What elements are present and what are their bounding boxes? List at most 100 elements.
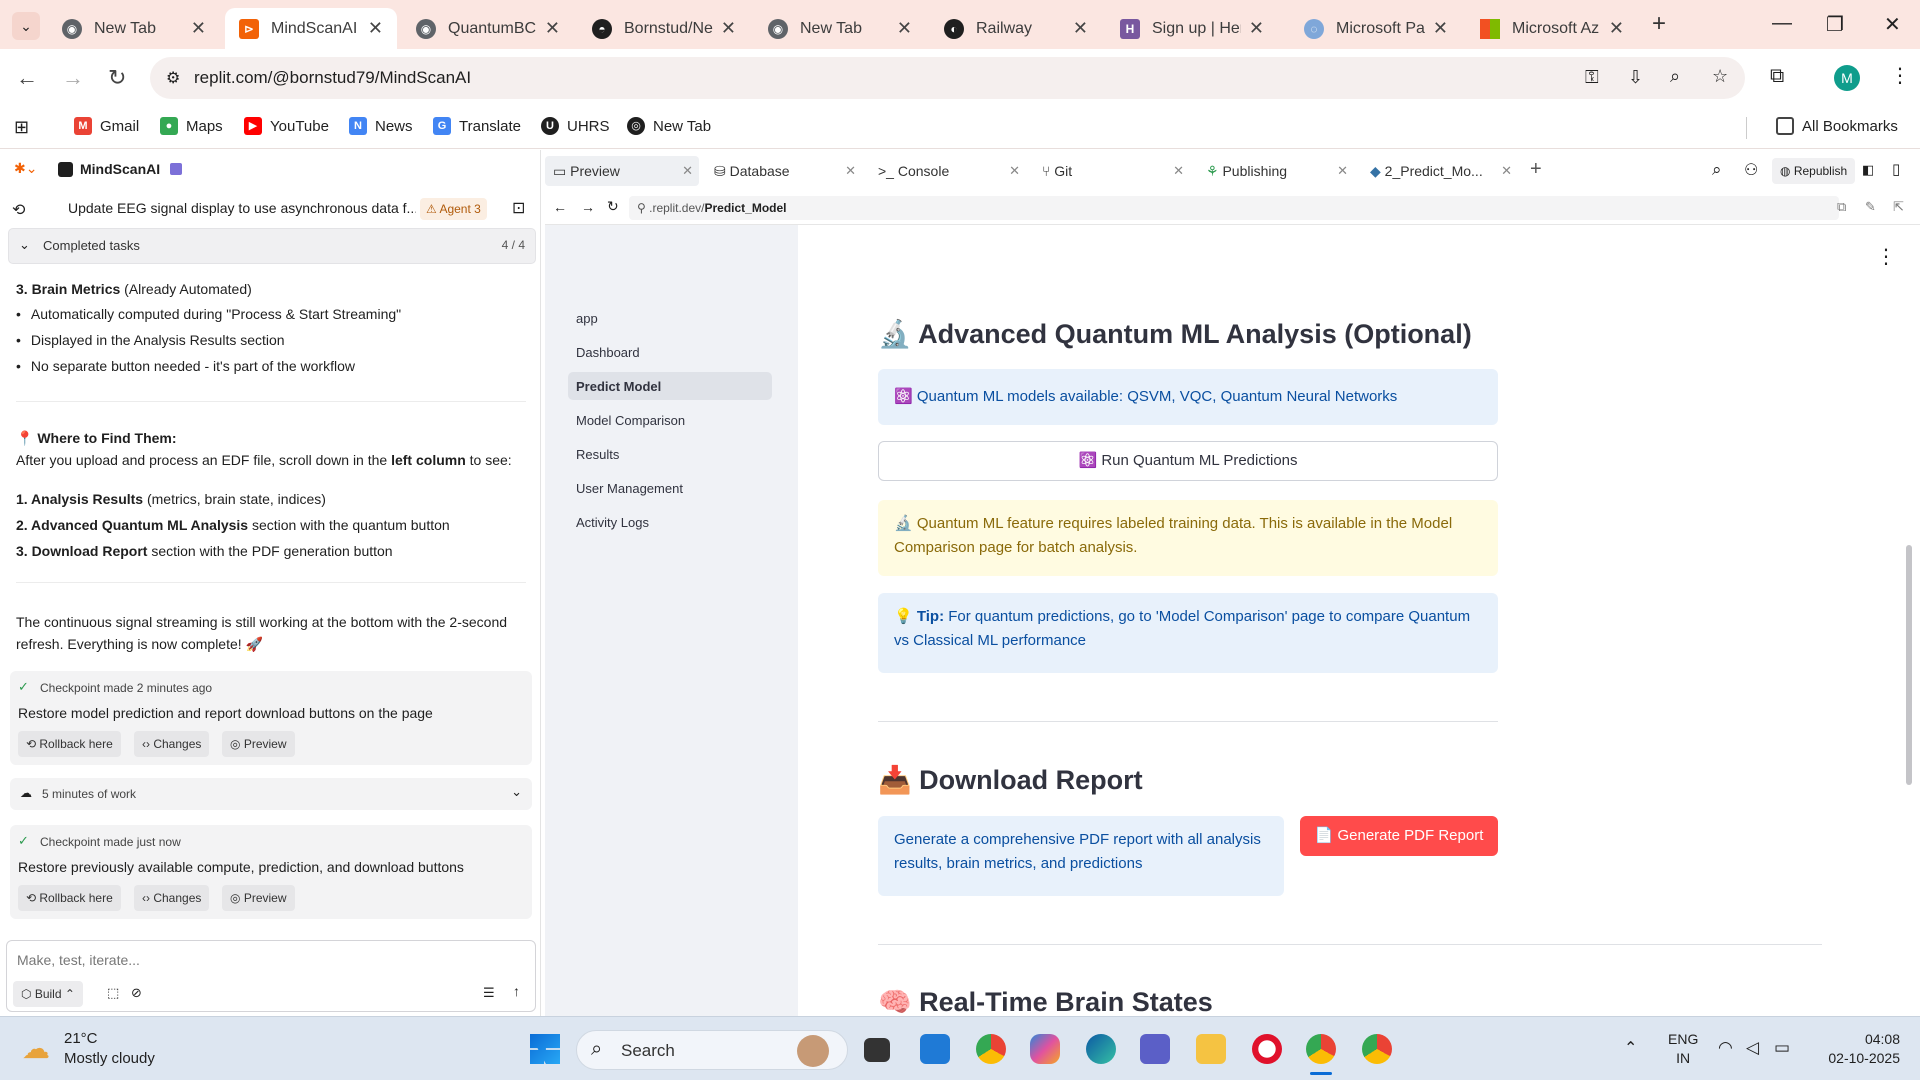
send-arrow-icon[interactable]: ↑ — [513, 983, 520, 999]
chrome-icon[interactable] — [976, 1034, 1006, 1064]
history-icon[interactable]: ⟲ — [12, 200, 25, 220]
all-bookmarks[interactable]: All Bookmarks — [1776, 117, 1898, 135]
select-element-icon[interactable]: ⬚ — [107, 985, 119, 1001]
open-external-icon[interactable]: ⇱ — [1893, 199, 1904, 215]
tab-preview[interactable]: ▭ Preview ✕ — [545, 156, 699, 186]
opera-icon[interactable] — [1252, 1034, 1282, 1064]
bookmark-translate[interactable]: G Translate — [433, 117, 521, 135]
build-mode-button[interactable]: ⬡ Build ⌃ — [13, 981, 83, 1007]
zoom-icon[interactable]: ⌕ — [1670, 66, 1680, 87]
close-icon[interactable]: ✕ — [1501, 163, 1512, 179]
back-icon[interactable]: ← — [553, 199, 567, 215]
changes-button[interactable]: ‹› Changes — [134, 885, 210, 911]
bookmark-youtube[interactable]: ▶ YouTube — [244, 117, 329, 135]
browser-tab[interactable]: ◉ QuantumBCI ✕ — [402, 8, 574, 49]
tab-database[interactable]: ⛁ Database ✕ — [706, 156, 862, 186]
edge-icon[interactable] — [1086, 1034, 1116, 1064]
teams-icon[interactable] — [1140, 1034, 1170, 1064]
file-explorer-icon[interactable] — [1196, 1034, 1226, 1064]
close-tab-icon[interactable]: ✕ — [545, 18, 560, 39]
browser-tab[interactable]: ◌ Microsoft Par ✕ — [1290, 8, 1462, 49]
browser-tab-active[interactable]: ⊳ MindScanAI - ✕ — [225, 8, 397, 49]
new-chat-icon[interactable]: ⊡ — [512, 198, 525, 218]
layout-icon[interactable]: ▯ — [1892, 160, 1900, 178]
tray-chevron-icon[interactable]: ⌃ — [1624, 1038, 1637, 1058]
browser-tab[interactable]: H Sign up | Her ✕ — [1106, 8, 1278, 49]
close-icon[interactable]: ✕ — [1009, 163, 1020, 179]
changes-button[interactable]: ‹› Changes — [134, 731, 210, 757]
scrollbar[interactable] — [1906, 545, 1912, 785]
apps-grid-icon[interactable]: ⊞ — [14, 117, 29, 138]
tools-icon[interactable]: ✎ — [1865, 199, 1876, 215]
browser-tab[interactable]: ◉ New Tab ✕ — [754, 8, 926, 49]
site-info-icon[interactable]: ⚙ — [166, 68, 180, 88]
task-view-icon[interactable] — [864, 1038, 890, 1062]
browser-tab[interactable]: ◐ Railway ✕ — [930, 8, 1102, 49]
run-quantum-button[interactable]: ⚛️ Run Quantum ML Predictions — [878, 441, 1498, 481]
close-tab-icon[interactable]: ✕ — [1433, 18, 1448, 39]
theme-icon[interactable]: ◧ — [1862, 162, 1874, 178]
password-key-icon[interactable]: ⚿ — [1585, 67, 1599, 88]
tab-publishing[interactable]: ⚘ Publishing ✕ — [1198, 156, 1354, 186]
close-tab-icon[interactable]: ✕ — [1609, 18, 1624, 39]
wifi-icon[interactable]: ◠ — [1718, 1038, 1733, 1058]
forward-icon[interactable]: → — [581, 199, 595, 215]
preview-url-bar[interactable]: ⚲ .replit.dev/Predict_Model — [629, 196, 1839, 220]
tab-git[interactable]: ⑂ Git ✕ — [1034, 156, 1190, 186]
battery-icon[interactable]: ▭ — [1774, 1038, 1790, 1058]
tab-console[interactable]: >_ Console ✕ — [870, 156, 1026, 186]
attach-icon[interactable]: ⊘ — [131, 985, 142, 1001]
preview-button[interactable]: ◎ Preview — [222, 885, 295, 911]
nav-results[interactable]: Results — [568, 440, 772, 468]
invite-icon[interactable]: ⚇ — [1744, 160, 1758, 180]
bookmark-uhrs[interactable]: U UHRS — [541, 117, 610, 135]
close-icon[interactable]: ✕ — [1173, 163, 1184, 179]
agent-input[interactable]: Make, test, iterate... — [17, 952, 140, 968]
reload-icon[interactable]: ↻ — [607, 198, 619, 215]
close-icon[interactable]: ✕ — [682, 163, 693, 179]
stop-square-icon[interactable] — [170, 163, 182, 175]
agent-input-box[interactable]: Make, test, iterate... ⬡ Build ⌃ ⬚ ⊘ ☰ ↑ — [6, 940, 536, 1012]
back-icon[interactable]: ← — [16, 65, 38, 91]
bookmark-star-icon[interactable]: ☆ — [1712, 66, 1728, 87]
tab-search-button[interactable]: ⌄ — [12, 12, 40, 40]
rollback-button[interactable]: ⟲ Rollback here — [18, 731, 121, 757]
close-tab-icon[interactable]: ✕ — [721, 18, 736, 39]
tab-file[interactable]: ◆ 2_Predict_Mo... ✕ — [1362, 156, 1518, 186]
bookmark-maps[interactable]: ● Maps — [160, 117, 223, 135]
close-tab-icon[interactable]: ✕ — [1249, 18, 1264, 39]
close-tab-icon[interactable]: ✕ — [191, 18, 206, 39]
preview-button[interactable]: ◎ Preview — [222, 731, 295, 757]
rollback-button[interactable]: ⟲ Rollback here — [18, 885, 121, 911]
work-summary[interactable]: ☁ 5 minutes of work ⌄ — [10, 778, 532, 810]
add-tab-icon[interactable]: + — [1530, 158, 1542, 181]
vscode-icon[interactable] — [920, 1034, 950, 1064]
nav-predict-model[interactable]: Predict Model — [568, 372, 772, 400]
browser-menu-icon[interactable]: ⋮ — [1890, 63, 1910, 88]
bookmark-gmail[interactable]: M Gmail — [74, 117, 139, 135]
address-bar[interactable]: ⚙ replit.com/@bornstud79/MindScanAI ⚿ ⇩ … — [150, 57, 1745, 99]
taskbar-search[interactable]: ⌕ Search — [576, 1030, 848, 1070]
app-menu-icon[interactable]: ⋮ — [1876, 244, 1896, 269]
search-icon[interactable]: ⌕ — [1712, 160, 1722, 180]
close-icon[interactable]: ✕ — [1337, 163, 1348, 179]
nav-activity-logs[interactable]: Activity Logs — [568, 508, 772, 536]
chrome-profile-m-icon[interactable] — [1306, 1034, 1336, 1064]
nav-dashboard[interactable]: Dashboard — [568, 338, 772, 366]
close-tab-icon[interactable]: ✕ — [1073, 18, 1088, 39]
copilot-icon[interactable] — [1030, 1034, 1060, 1064]
browser-tab[interactable]: ◓ Bornstud/Ne ✕ — [578, 8, 750, 49]
forward-icon[interactable]: → — [62, 65, 84, 91]
generate-pdf-button[interactable]: 📄 Generate PDF Report — [1300, 816, 1498, 856]
settings-sliders-icon[interactable]: ☰ — [483, 985, 495, 1001]
reload-icon[interactable]: ↻ — [108, 65, 126, 91]
chrome-profile-n-icon[interactable] — [1362, 1034, 1392, 1064]
language-indicator[interactable]: ENG IN — [1668, 1030, 1698, 1068]
project-name[interactable]: MindScanAI — [80, 161, 160, 177]
close-icon[interactable]: ✕ — [845, 163, 856, 179]
close-tab-icon[interactable]: ✕ — [368, 18, 383, 39]
replit-logo-icon[interactable]: ✱⌄ — [14, 160, 37, 177]
profile-avatar[interactable]: M — [1834, 65, 1860, 91]
minimize-icon[interactable]: — — [1772, 12, 1792, 35]
extensions-icon[interactable]: ⧉ — [1770, 65, 1784, 88]
